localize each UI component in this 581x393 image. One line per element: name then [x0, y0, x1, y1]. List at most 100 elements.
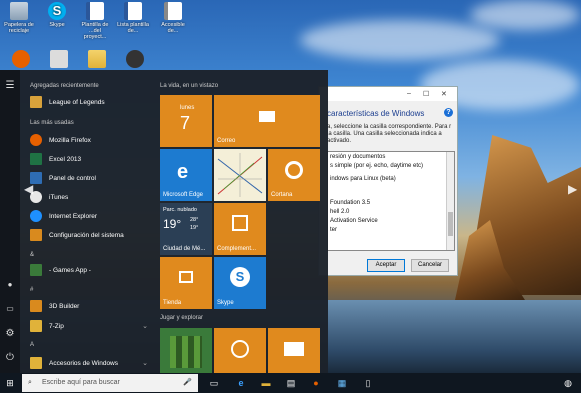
desktop-icon-recycle-bin[interactable]: Papelera de reciclaje	[2, 2, 36, 34]
dialog-titlebar[interactable]	[319, 87, 457, 101]
tile-cortana[interactable]: Cortana	[268, 149, 320, 201]
desktop-icon-printer[interactable]	[42, 50, 76, 70]
tile-groove-music[interactable]	[214, 328, 266, 373]
tiles-area: La vida, en un vistazo lunes 7 Correo e …	[160, 70, 328, 373]
user-icon[interactable]: ●	[4, 279, 16, 291]
left-arrow-icon[interactable]: ◀	[24, 182, 33, 196]
word-document-icon	[124, 2, 142, 20]
cancel-button[interactable]: Cancelar	[411, 259, 449, 272]
weather-high: 28°	[190, 217, 199, 223]
tile-photos[interactable]	[214, 149, 266, 201]
app-internet-explorer[interactable]: Internet Explorer	[30, 209, 97, 223]
edge-taskbar-icon[interactable]: e	[235, 377, 247, 389]
tile-skype[interactable]: S Skype	[214, 257, 266, 309]
tile-complement[interactable]: Complement...	[214, 203, 266, 255]
tile-store[interactable]: Tienda	[160, 257, 212, 309]
calendar-day: lunes	[180, 105, 195, 111]
folder-icon	[30, 320, 42, 332]
app-3d-builder[interactable]: 3D Builder	[30, 299, 79, 313]
windows-features-dialog[interactable]: – ☐ ✕ características de Windows ? a, se…	[318, 86, 458, 276]
tile-microsoft-edge[interactable]: e Microsoft Edge	[160, 149, 212, 201]
windows-start-icon[interactable]: ⊞	[4, 377, 16, 389]
weather-low: 19°	[190, 225, 199, 231]
desktop-icon-folder[interactable]	[80, 50, 114, 70]
firefox-icon	[30, 134, 42, 146]
desktop-icon-skype[interactable]: S Skype	[40, 2, 74, 28]
task-view-icon[interactable]: ▭	[208, 377, 220, 389]
feature-item[interactable]: resión y documentos	[330, 154, 385, 160]
recent-header: Agregadas recientemente	[30, 83, 99, 89]
tiles-header: La vida, en un vistazo	[160, 83, 219, 89]
tile-movies-tv[interactable]	[268, 328, 320, 373]
settings-gear-icon[interactable]: ⚙	[4, 328, 16, 340]
firefox-taskbar-icon[interactable]: ●	[310, 377, 322, 389]
file-explorer-icon[interactable]: ▬	[260, 377, 272, 389]
skype-icon: S	[48, 2, 66, 20]
tile-calendar[interactable]: lunes 7	[160, 95, 212, 147]
app-excel-2013[interactable]: Excel 2013	[30, 152, 81, 166]
calendar-date: 7	[180, 113, 191, 133]
app-panel-de-control[interactable]: Panel de control	[30, 171, 96, 185]
maximize-icon[interactable]: ☐	[423, 90, 429, 98]
power-icon[interactable]: ⏻	[4, 352, 16, 364]
start-menu[interactable]: ☰ ● ▭ ⚙ ⏻ Agregadas recientemente League…	[0, 70, 328, 373]
app-7-zip[interactable]: 7-Zip ⌄	[30, 319, 152, 333]
photo-chart-thumbnail	[217, 153, 263, 197]
tile-weather[interactable]: Parc. nublado 19° 28° 19° Ciudad de Mé..…	[160, 203, 212, 255]
features-scrollbar[interactable]	[446, 152, 454, 250]
folder-icon	[88, 50, 106, 68]
right-arrow-icon[interactable]: ▶	[568, 182, 577, 196]
groove-music-icon	[231, 340, 249, 358]
documents-icon[interactable]: ▭	[4, 303, 16, 315]
3d-builder-icon	[30, 300, 42, 312]
feature-item[interactable]: indows para Linux (beta)	[330, 176, 396, 182]
feature-item[interactable]: Foundation 3.5	[330, 200, 370, 206]
excel-icon	[30, 153, 42, 165]
action-center-icon[interactable]: ◍	[562, 377, 574, 389]
desktop-icon-hp[interactable]	[118, 50, 152, 70]
ampersand-header[interactable]: &	[30, 252, 34, 258]
feature-item[interactable]: hell 2.0	[330, 209, 349, 215]
search-placeholder: Escribe aquí para buscar	[42, 379, 120, 386]
hamburger-menu-icon[interactable]: ☰	[4, 80, 16, 92]
desktop-icon-accesible[interactable]: Accesible de...	[156, 2, 190, 34]
most-used-header: Las más usadas	[30, 120, 74, 126]
tile-store-label: Tienda	[163, 300, 182, 306]
scrollbar-thumb[interactable]	[448, 212, 453, 236]
app-league-of-legends[interactable]: League of Legends	[30, 95, 105, 109]
minimize-icon[interactable]: –	[407, 90, 411, 97]
league-of-legends-icon	[30, 96, 42, 108]
store-taskbar-icon[interactable]: ▤	[285, 377, 297, 389]
feature-item[interactable]: s simple (por ej. echo, daytime etc)	[330, 163, 423, 169]
features-taskbar-icon[interactable]: ▯	[362, 377, 374, 389]
weather-city: Ciudad de Mé...	[163, 246, 206, 252]
internet-explorer-icon	[30, 210, 42, 222]
chevron-down-icon[interactable]: ⌄	[142, 359, 148, 367]
feature-item[interactable]: ter	[330, 227, 337, 233]
close-icon[interactable]: ✕	[441, 90, 447, 98]
app-mozilla-firefox[interactable]: Mozilla Firefox	[30, 133, 91, 147]
desktop-icon-firefox[interactable]	[4, 50, 38, 70]
search-box[interactable]: ⌕ Escribe aquí para buscar 🎤	[22, 374, 198, 392]
desktop-icon-plantilla-proyecto[interactable]: Plantilla de ...del proyect...	[78, 2, 112, 40]
tile-complement-label: Complement...	[217, 246, 257, 252]
app-games-app[interactable]: - Games App -	[30, 263, 91, 277]
features-list[interactable]: resión y documentos s simple (por ej. ec…	[327, 151, 455, 251]
desktop-icon-lista-plantilla[interactable]: Lista plantilla de...	[116, 2, 150, 34]
accept-button[interactable]: Aceptar	[367, 259, 405, 272]
tile-mail[interactable]: Correo	[214, 95, 320, 147]
firefox-icon	[12, 50, 30, 68]
app-configuracion-sistema[interactable]: Configuración del sistema	[30, 228, 124, 242]
help-icon[interactable]: ?	[444, 108, 453, 117]
printer-icon	[50, 50, 68, 68]
app-itunes[interactable]: iTunes	[30, 190, 68, 204]
hp-icon	[126, 50, 144, 68]
tile-minecraft[interactable]	[160, 328, 212, 373]
app-accesorios-windows[interactable]: Accesorios de Windows ⌄	[30, 356, 152, 370]
feature-item[interactable]: Activation Service	[330, 218, 378, 224]
chevron-down-icon[interactable]: ⌄	[142, 322, 148, 330]
a-header[interactable]: A	[30, 342, 34, 348]
control-panel-taskbar-icon[interactable]: ▦	[336, 377, 348, 389]
microphone-icon[interactable]: 🎤	[183, 374, 192, 392]
number-header[interactable]: #	[30, 287, 33, 293]
